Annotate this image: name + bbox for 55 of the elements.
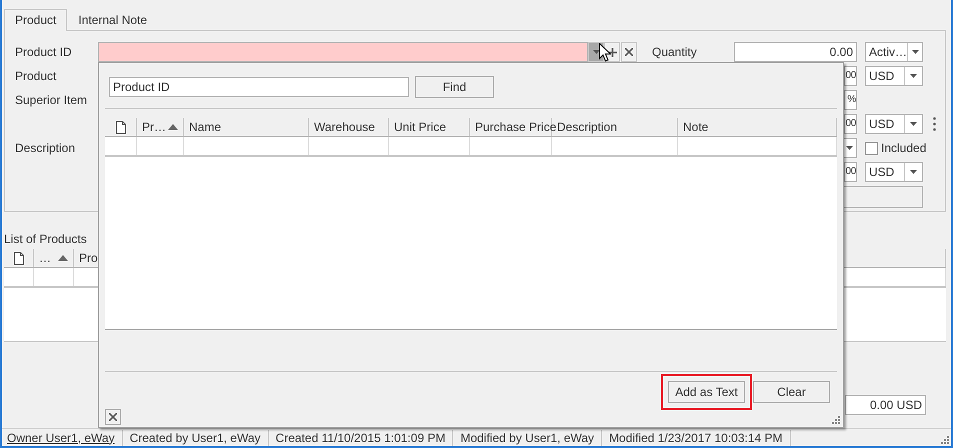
close-icon [109, 413, 117, 421]
dropdown-field[interactable]: USD [865, 162, 923, 182]
column-header[interactable]: … [39, 251, 51, 265]
status-text: Created by User1, eWay [122, 430, 269, 446]
close-button[interactable] [105, 409, 121, 425]
field-label: Product [15, 69, 58, 83]
resize-grip-icon[interactable] [941, 436, 949, 444]
field-label: Quantity [652, 45, 698, 59]
field-label: Product ID [15, 45, 73, 59]
mouse-cursor-icon [599, 43, 611, 62]
status-text: Modified by User1, eWay [453, 430, 602, 446]
search-field[interactable]: Product ID [109, 77, 409, 97]
percent-field[interactable]: % [844, 90, 857, 110]
checkbox[interactable] [865, 142, 878, 154]
dropdown-field[interactable]: USD [865, 66, 923, 86]
dropdown-field[interactable]: USD [865, 114, 923, 134]
field-label: Description [15, 141, 76, 155]
column-header[interactable]: Name [189, 120, 222, 134]
caret-icon [912, 50, 918, 54]
close-icon [625, 48, 633, 56]
document-icon [116, 120, 126, 134]
caret-icon [910, 170, 917, 174]
caret-icon [910, 74, 917, 78]
caret-icon [910, 122, 917, 126]
more-vertical-icon[interactable] [932, 117, 936, 131]
column-header[interactable]: Warehouse [314, 120, 375, 134]
quantity-field[interactable]: 0.00 [734, 42, 857, 62]
amount-field[interactable]: 00 [844, 162, 857, 182]
owner-link[interactable]: Owner User1, eWay [7, 430, 115, 446]
column-header[interactable]: Unit Price [394, 120, 446, 134]
column-header[interactable]: Pr… [142, 120, 166, 134]
caret-icon [846, 146, 852, 150]
find-button[interactable]: Find [415, 76, 494, 98]
status-text: Modified 1/23/2017 10:03:14 PM [602, 430, 791, 446]
tab[interactable]: Product [4, 9, 68, 31]
document-icon [14, 252, 24, 264]
clear-button[interactable] [621, 42, 637, 62]
total-field[interactable]: 0.00 USD [845, 395, 926, 415]
column-header[interactable]: Note [683, 120, 708, 134]
column-header[interactable]: Purchase Price [475, 120, 556, 134]
dropdown-field[interactable]: Activ… [865, 42, 923, 62]
plus-icon [608, 48, 616, 56]
field-label: Superior Item [15, 93, 88, 107]
dialog-button[interactable]: Add as Text [668, 381, 745, 403]
product-id-field[interactable] [98, 42, 588, 62]
caret-icon [592, 50, 600, 54]
tab[interactable]: Internal Note [67, 9, 158, 31]
dialog-button[interactable]: Clear [753, 381, 830, 403]
section-title: List of Products [4, 232, 87, 246]
column-header[interactable]: Pro [79, 251, 98, 265]
status-text: Created 11/10/2015 1:01:09 PM [268, 430, 454, 446]
column-header[interactable]: Description [557, 120, 618, 134]
amount-field[interactable]: 00 [844, 66, 857, 86]
amount-field[interactable]: 00 [844, 114, 857, 134]
resize-grip-icon[interactable] [832, 416, 840, 424]
